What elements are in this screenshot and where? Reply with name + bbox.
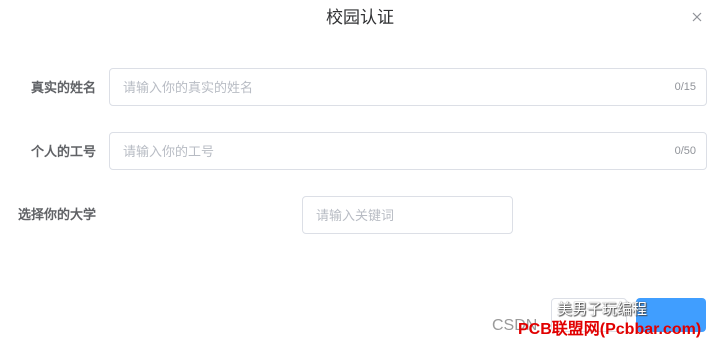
dialog-title: 校园认证 [326, 8, 394, 27]
name-label: 真实的姓名 [31, 80, 97, 95]
campus-auth-dialog: 校园认证 真实的姓名 0/15 个人的工号 0/50 选择你的大学 CSDN 美… [0, 0, 720, 346]
job-number-char-count: 0/50 [674, 145, 696, 157]
job-number-input[interactable] [123, 133, 653, 169]
pcb-watermark: PCB联盟网(Pcbbar.com) [518, 321, 702, 338]
university-label: 选择你的大学 [18, 207, 97, 222]
job-number-label: 个人的工号 [31, 144, 97, 159]
name-char-count: 0/15 [674, 81, 696, 93]
close-icon[interactable] [690, 10, 704, 24]
name-input[interactable] [123, 69, 653, 105]
name-field[interactable]: 0/15 [109, 68, 707, 106]
job-number-field[interactable]: 0/50 [109, 132, 707, 170]
university-field[interactable] [302, 196, 513, 234]
university-search-input[interactable] [316, 197, 501, 233]
author-watermark: 美男子玩编程 [557, 301, 648, 318]
